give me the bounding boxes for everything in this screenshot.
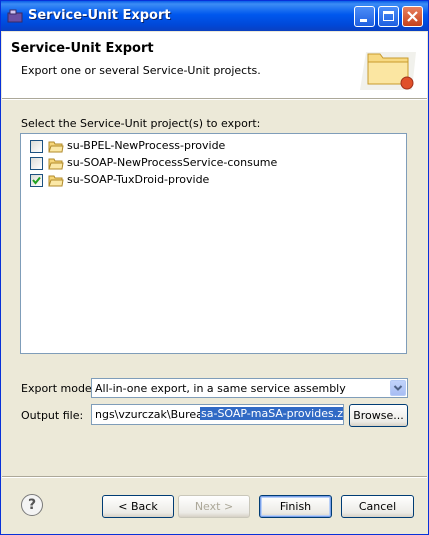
dropdown-button[interactable] bbox=[390, 380, 406, 396]
close-icon bbox=[407, 11, 418, 22]
eclipse-app-icon bbox=[7, 9, 23, 23]
project-checkbox[interactable] bbox=[30, 157, 43, 170]
maximize-button[interactable] bbox=[378, 6, 399, 27]
export-mode-select[interactable]: All-in-one export, in a same service ass… bbox=[91, 378, 408, 398]
project-checkbox-checked[interactable] bbox=[30, 174, 43, 187]
back-button[interactable]: < Back bbox=[102, 495, 174, 518]
chevron-down-icon bbox=[393, 385, 403, 391]
output-file-label: Output file: bbox=[21, 409, 84, 422]
projects-list[interactable]: su-BPEL-NewProcess-provide su-SOAP-NewPr… bbox=[20, 133, 407, 354]
page-title: Service-Unit Export bbox=[11, 41, 154, 56]
project-label: su-BPEL-NewProcess-provide bbox=[67, 139, 226, 152]
export-mode-value: All-in-one export, in a same service ass… bbox=[95, 382, 346, 395]
project-label: su-SOAP-TuxDroid-provide bbox=[67, 173, 210, 186]
checkmark-icon bbox=[32, 176, 41, 185]
output-file-selected-text: sa-SOAP-maSA-provides.zip bbox=[200, 407, 343, 420]
maximize-icon bbox=[383, 11, 394, 21]
output-file-path: ngs\vzurczak\Bureau\ bbox=[95, 408, 214, 421]
project-checkbox[interactable] bbox=[30, 140, 43, 153]
projects-label: Select the Service-Unit project(s) to ex… bbox=[21, 117, 261, 130]
minimize-button[interactable] bbox=[354, 6, 375, 27]
export-folder-icon bbox=[360, 52, 416, 90]
header-separator-highlight bbox=[2, 99, 427, 100]
project-label: su-SOAP-NewProcessService-consume bbox=[67, 156, 278, 169]
project-folder-icon bbox=[48, 175, 64, 187]
title-bar[interactable]: Service-Unit Export bbox=[1, 1, 428, 31]
help-icon[interactable]: ? bbox=[21, 494, 43, 516]
output-file-field[interactable]: ngs\vzurczak\Bureau\ sa-SOAP-maSA-provid… bbox=[91, 404, 344, 425]
cancel-button[interactable]: Cancel bbox=[341, 495, 414, 518]
export-mode-label: Export mode: bbox=[21, 382, 96, 395]
footer-separator-highlight bbox=[2, 477, 427, 478]
close-button[interactable] bbox=[402, 6, 423, 27]
project-folder-icon bbox=[48, 158, 64, 170]
finish-button[interactable]: Finish bbox=[259, 495, 332, 518]
window-title: Service-Unit Export bbox=[28, 8, 171, 23]
browse-button[interactable]: Browse... bbox=[349, 404, 408, 427]
project-folder-icon bbox=[48, 141, 64, 153]
minimize-icon bbox=[360, 19, 367, 22]
page-description: Export one or several Service-Unit proje… bbox=[21, 64, 261, 77]
export-dialog: Service-Unit Export Service-Unit Export … bbox=[0, 0, 429, 535]
next-button[interactable]: Next > bbox=[178, 495, 250, 518]
wizard-header: Service-Unit Export Export one or severa… bbox=[2, 32, 427, 98]
